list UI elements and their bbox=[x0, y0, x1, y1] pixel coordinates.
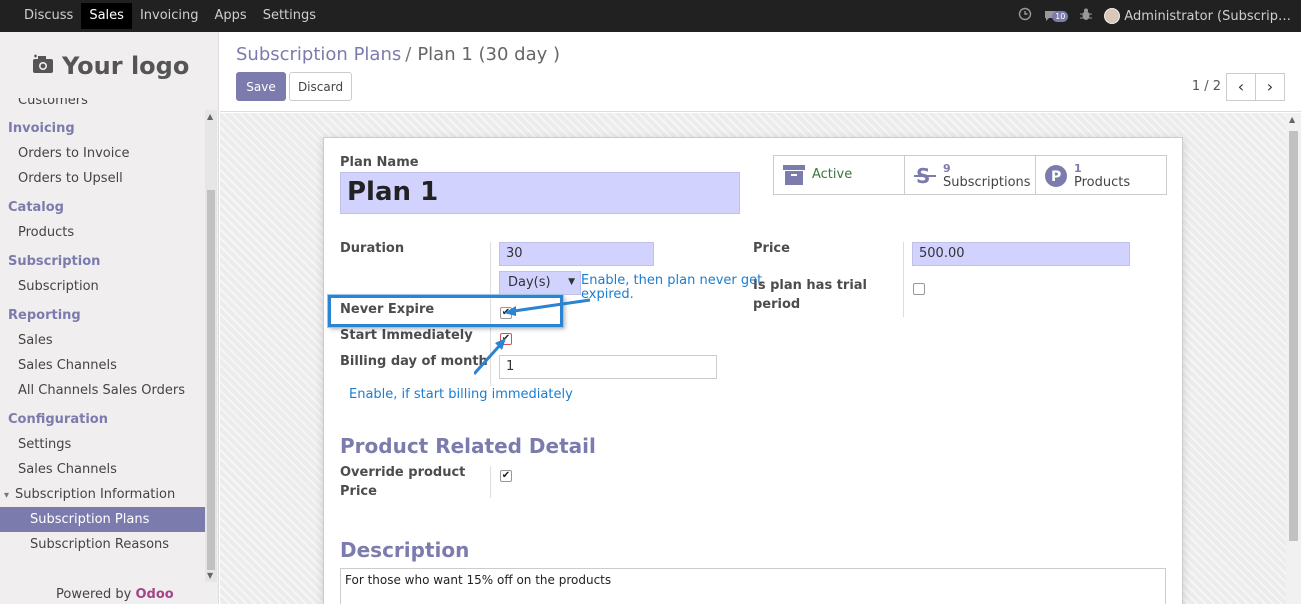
right-group-divider bbox=[903, 242, 904, 317]
messages-icon[interactable]: 10 bbox=[1044, 10, 1069, 22]
override-price-checkbox[interactable]: ✔ bbox=[500, 470, 512, 482]
price-input[interactable]: 500.00 bbox=[912, 242, 1130, 266]
sidebar-item-orders-to-invoice[interactable]: Orders to Invoice bbox=[0, 141, 205, 166]
sidebar-section-reporting: Reporting bbox=[8, 308, 81, 323]
sidebar: Your logo Customers Invoicing Orders to … bbox=[0, 32, 219, 604]
chevron-right-icon: › bbox=[1266, 77, 1274, 96]
camera-icon bbox=[32, 54, 54, 79]
products-stat-button[interactable]: P 1 Products bbox=[1035, 155, 1167, 195]
description-textarea[interactable]: For those who want 15% off on the produc… bbox=[340, 568, 1166, 604]
form-sheet: Plan Name Plan 1 Active S 9 Subscription… bbox=[323, 137, 1183, 604]
pager-previous-button[interactable]: ‹ bbox=[1226, 73, 1256, 101]
powered-by: Powered by Odoo bbox=[56, 587, 174, 602]
trial-label: Is plan has trial period bbox=[753, 278, 867, 312]
avatar bbox=[1104, 8, 1121, 24]
powered-prefix: Powered by bbox=[56, 587, 132, 602]
subscriptions-stat-button[interactable]: S 9 Subscriptions bbox=[904, 155, 1036, 195]
sidebar-item-products[interactable]: Products bbox=[0, 220, 205, 245]
sidebar-item-subscription-plans[interactable]: Subscription Plans bbox=[0, 507, 205, 532]
breadcrumb-subscription-plans[interactable]: Subscription Plans bbox=[236, 44, 401, 65]
sidebar-scrollbar[interactable]: ▲ ▼ bbox=[205, 110, 217, 582]
sidebar-item-reporting-sales[interactable]: Sales bbox=[0, 328, 205, 353]
product-related-detail-heading: Product Related Detail bbox=[340, 434, 596, 458]
user-name: Administrator (Subscrip… bbox=[1124, 8, 1291, 24]
company-logo[interactable]: Your logo bbox=[32, 52, 189, 80]
sidebar-item-subscription-reasons[interactable]: Subscription Reasons bbox=[0, 532, 205, 557]
price-label: Price bbox=[753, 241, 790, 256]
sidebar-section-invoicing: Invoicing bbox=[8, 121, 75, 136]
billing-day-label: Billing day of month bbox=[340, 354, 488, 369]
discard-button[interactable]: Discard bbox=[289, 72, 352, 101]
control-panel: Subscription Plans / Plan 1 (30 day ) Save… bbox=[220, 32, 1301, 112]
top-navbar: Discuss Sales Invoicing Apps Settings 10… bbox=[0, 0, 1301, 32]
odoo-link[interactable]: Odoo bbox=[136, 587, 174, 602]
sidebar-item-all-channels-sales-orders[interactable]: All Channels Sales Orders bbox=[0, 378, 205, 403]
subscription-strike-icon: S bbox=[913, 164, 937, 192]
plan-name-label: Plan Name bbox=[340, 155, 419, 170]
trial-label-line-2: period bbox=[753, 297, 801, 312]
products-count: 1 bbox=[1074, 162, 1082, 175]
sidebar-item-subscription[interactable]: Subscription bbox=[0, 274, 205, 299]
pager-value: 1 / 2 bbox=[1191, 79, 1221, 94]
clock-icon[interactable] bbox=[1018, 7, 1032, 25]
logo-text: Your logo bbox=[62, 52, 190, 80]
breadcrumb-separator: / bbox=[405, 44, 412, 65]
scroll-down-icon[interactable]: ▼ bbox=[207, 571, 213, 580]
menu-discuss[interactable]: Discuss bbox=[16, 3, 81, 29]
sidebar-section-configuration: Configuration bbox=[8, 412, 108, 427]
app-menu: Discuss Sales Invoicing Apps Settings bbox=[0, 0, 324, 32]
svg-text:P: P bbox=[1051, 169, 1061, 185]
pager-next-button[interactable]: › bbox=[1255, 73, 1285, 101]
sidebar-item-orders-to-upsell[interactable]: Orders to Upsell bbox=[0, 166, 205, 191]
main-scroll-thumb[interactable] bbox=[1289, 131, 1298, 541]
breadcrumb-current: Plan 1 (30 day ) bbox=[417, 44, 561, 65]
plan-name-input[interactable]: Plan 1 bbox=[340, 172, 740, 214]
override-price-label-line-2: Price bbox=[340, 484, 377, 499]
sidebar-section-catalog: Catalog bbox=[8, 200, 64, 215]
description-heading: Description bbox=[340, 538, 470, 562]
override-price-label-line-1: Override product bbox=[340, 465, 466, 480]
scroll-up-icon[interactable]: ▲ bbox=[207, 112, 213, 121]
start-immediately-label: Start Immediately bbox=[340, 328, 473, 343]
product-p-icon: P bbox=[1044, 164, 1068, 192]
sidebar-item-reporting-sales-channels[interactable]: Sales Channels bbox=[0, 353, 205, 378]
sidebar-menu: Customers Invoicing Orders to Invoice Or… bbox=[0, 98, 205, 557]
systray: 10 Administrator (Subscrip… bbox=[1018, 0, 1291, 32]
subscriptions-label: Subscriptions bbox=[943, 175, 1031, 190]
archive-icon bbox=[782, 164, 806, 190]
products-label: Products bbox=[1074, 175, 1131, 190]
user-menu[interactable]: Administrator (Subscrip… bbox=[1104, 8, 1291, 24]
main-scrollbar[interactable]: ▲ bbox=[1286, 113, 1301, 604]
debug-bug-icon[interactable] bbox=[1080, 8, 1093, 25]
sidebar-item-subscription-information[interactable]: Subscription Information bbox=[0, 482, 205, 507]
duration-input[interactable]: 30 bbox=[499, 242, 654, 266]
sidebar-scroll-thumb[interactable] bbox=[207, 190, 215, 570]
messages-badge: 10 bbox=[1052, 10, 1069, 22]
subscriptions-count: 9 bbox=[943, 162, 951, 175]
annotation-arrows bbox=[474, 298, 591, 376]
never-expire-annotation: Enable, then plan never get expired. bbox=[581, 274, 762, 302]
save-button[interactable]: Save bbox=[236, 72, 286, 101]
menu-settings[interactable]: Settings bbox=[255, 3, 324, 29]
trial-label-line-1: Is plan has trial bbox=[753, 278, 868, 293]
duration-label: Duration bbox=[340, 241, 405, 256]
chevron-left-icon: ‹ bbox=[1237, 77, 1245, 96]
active-label: Active bbox=[812, 167, 853, 182]
scroll-up-icon[interactable]: ▲ bbox=[1289, 115, 1295, 124]
menu-apps[interactable]: Apps bbox=[207, 3, 255, 29]
never-expire-note-line-2: expired. bbox=[581, 287, 634, 302]
sidebar-item-customers[interactable]: Customers bbox=[0, 98, 205, 112]
menu-sales[interactable]: Sales bbox=[81, 3, 132, 29]
start-immediately-annotation: Enable, if start billing immediately bbox=[349, 387, 573, 402]
never-expire-note-line-1: Enable, then plan never get bbox=[581, 273, 763, 288]
active-toggle-button[interactable]: Active bbox=[773, 155, 905, 195]
trial-period-checkbox[interactable] bbox=[913, 283, 925, 295]
menu-invoicing[interactable]: Invoicing bbox=[132, 3, 207, 29]
sidebar-section-subscription: Subscription bbox=[8, 254, 101, 269]
override-price-label: Override product Price bbox=[340, 465, 465, 499]
override-divider bbox=[490, 466, 491, 498]
sidebar-item-settings[interactable]: Settings bbox=[0, 432, 205, 457]
sidebar-item-config-sales-channels[interactable]: Sales Channels bbox=[0, 457, 205, 482]
breadcrumb: Subscription Plans / Plan 1 (30 day ) bbox=[236, 44, 560, 65]
